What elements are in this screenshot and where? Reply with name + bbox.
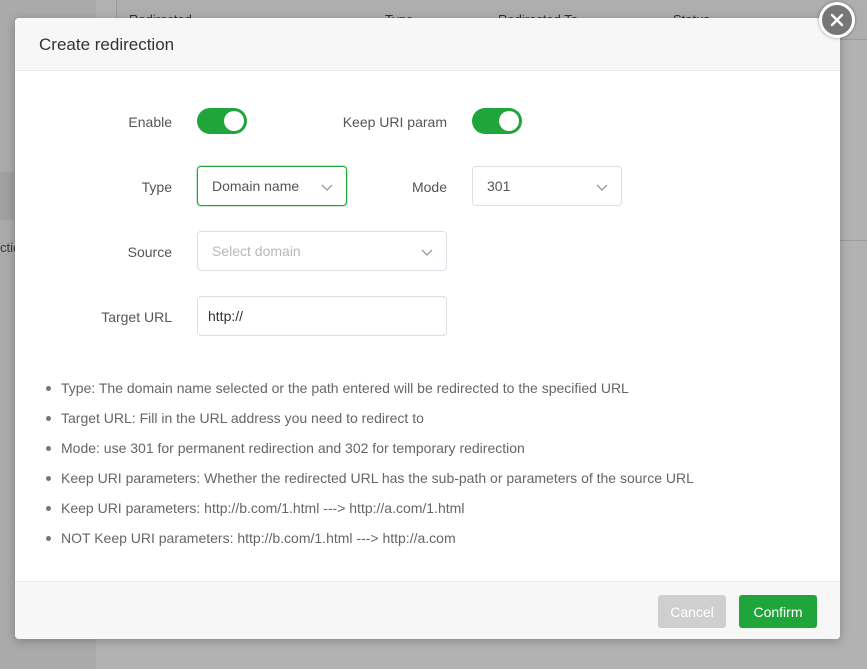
help-list: Type: The domain name selected or the pa…	[46, 378, 694, 558]
enable-label: Enable	[128, 114, 172, 130]
toggle-knob	[499, 111, 519, 131]
mode-select[interactable]: 301	[472, 166, 622, 206]
help-item-text: Keep URI parameters: http://b.com/1.html…	[61, 500, 465, 516]
close-icon	[830, 13, 844, 27]
dialog-title: Create redirection	[39, 35, 175, 54]
help-item: Target URL: Fill in the URL address you …	[46, 408, 694, 438]
bullet-icon	[46, 416, 51, 421]
chevron-down-icon	[421, 249, 433, 256]
target-url-label: Target URL	[101, 309, 172, 325]
enable-toggle[interactable]	[197, 108, 247, 134]
type-select[interactable]: Domain name	[197, 166, 347, 206]
help-item: Mode: use 301 for permanent redirection …	[46, 438, 694, 468]
type-select-value: Domain name	[212, 178, 300, 194]
target-url-input[interactable]	[197, 296, 447, 336]
help-item-text: Keep URI parameters: Whether the redirec…	[61, 470, 694, 486]
help-item: Type: The domain name selected or the pa…	[46, 378, 694, 408]
bullet-icon	[46, 506, 51, 511]
dialog-footer: Cancel Confirm	[15, 581, 840, 639]
help-item-text: NOT Keep URI parameters: http://b.com/1.…	[61, 530, 456, 546]
create-redirection-dialog: Create redirection Enable Keep URI param…	[15, 18, 840, 639]
close-button[interactable]	[819, 2, 855, 38]
mode-label: Mode	[411, 179, 447, 195]
dialog-header: Create redirection	[15, 18, 840, 71]
cancel-button[interactable]: Cancel	[658, 595, 726, 628]
bullet-icon	[46, 536, 51, 541]
keep-uri-param-toggle[interactable]	[472, 108, 522, 134]
source-select[interactable]: Select domain	[197, 231, 447, 271]
confirm-button[interactable]: Confirm	[739, 595, 817, 628]
help-item-text: Mode: use 301 for permanent redirection …	[61, 440, 525, 456]
bullet-icon	[46, 386, 51, 391]
help-item: Keep URI parameters: Whether the redirec…	[46, 468, 694, 498]
help-item: Keep URI parameters: http://b.com/1.html…	[46, 498, 694, 528]
bullet-icon	[46, 446, 51, 451]
chevron-down-icon	[596, 184, 608, 191]
source-label: Source	[127, 244, 172, 260]
keep-uri-param-label: Keep URI param	[342, 114, 447, 130]
chevron-down-icon	[321, 184, 333, 191]
bullet-icon	[46, 476, 51, 481]
toggle-knob	[224, 111, 244, 131]
help-item: NOT Keep URI parameters: http://b.com/1.…	[46, 528, 694, 558]
type-label: Type	[141, 179, 172, 195]
help-item-text: Type: The domain name selected or the pa…	[61, 380, 629, 396]
help-item-text: Target URL: Fill in the URL address you …	[61, 410, 424, 426]
source-select-placeholder: Select domain	[212, 243, 301, 259]
mode-select-value: 301	[487, 178, 511, 194]
